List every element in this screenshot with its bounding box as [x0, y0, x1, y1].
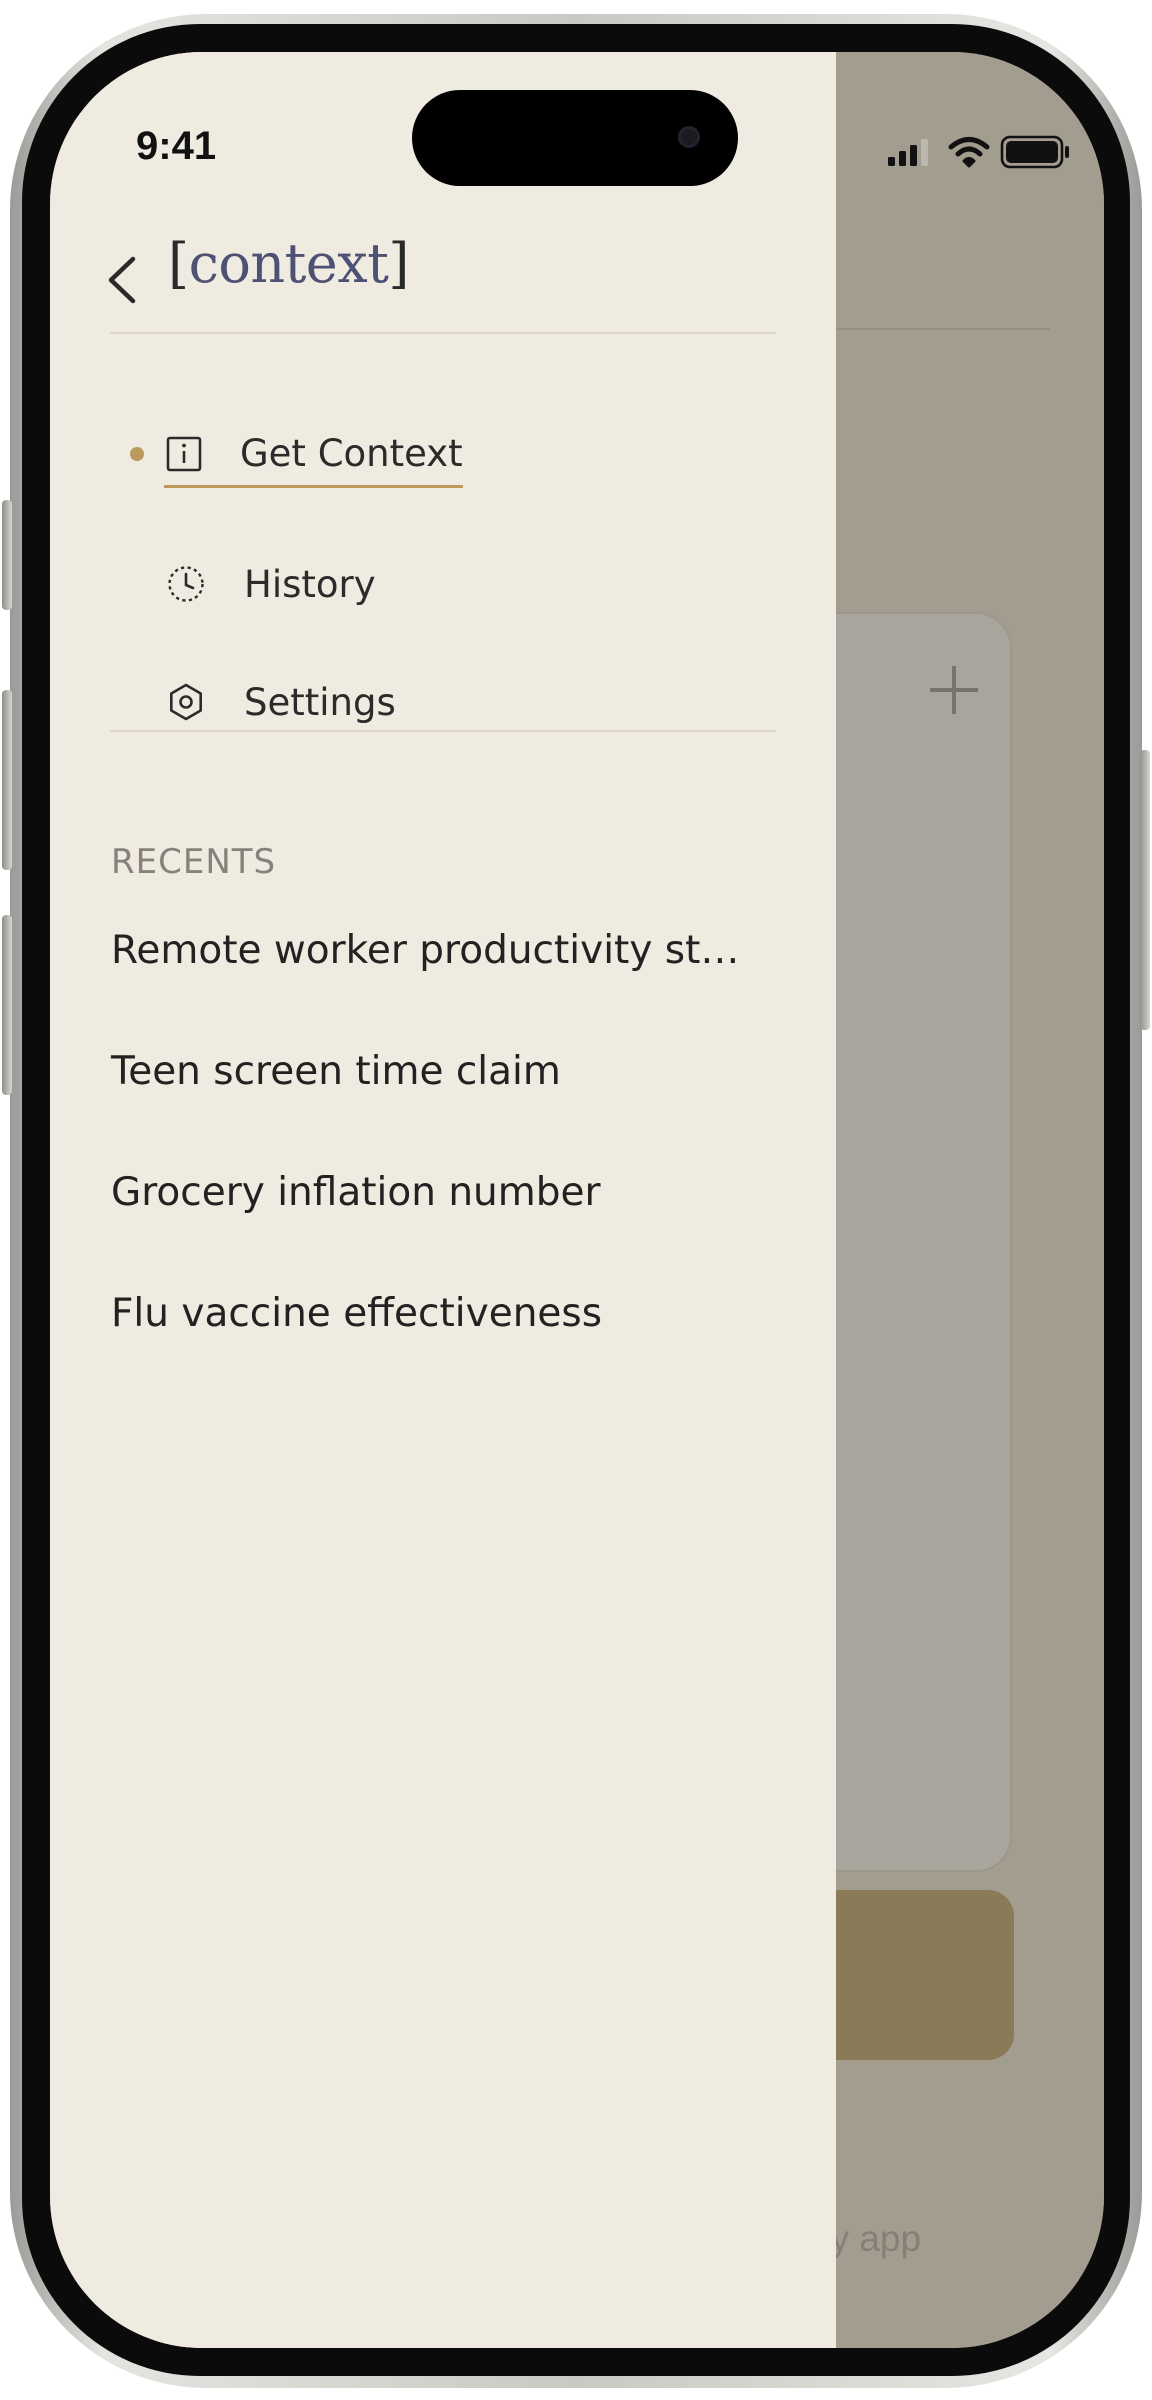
- info-icon: [164, 434, 204, 474]
- camera-icon: [678, 126, 700, 148]
- active-indicator-dot: [130, 447, 144, 461]
- plus-icon: [926, 662, 982, 718]
- nav-label-settings: Settings: [244, 680, 396, 724]
- logo-close-bracket: ]: [388, 232, 409, 295]
- volume-down-button: [2, 915, 12, 1095]
- screen: ny app [context] Get Context History Set…: [50, 52, 1104, 2348]
- dynamic-island: [412, 90, 738, 186]
- recent-item[interactable]: Teen screen time claim: [111, 1049, 771, 1094]
- recent-item[interactable]: Flu vaccine effectiveness: [111, 1291, 771, 1336]
- recent-item[interactable]: Remote worker productivity st…: [111, 928, 771, 973]
- back-button[interactable]: [100, 248, 144, 312]
- wifi-icon: [948, 137, 990, 168]
- recent-item[interactable]: Grocery inflation number: [111, 1170, 771, 1215]
- status-time: 9:41: [136, 124, 217, 168]
- nav-item-get-context[interactable]: Get Context: [110, 414, 463, 494]
- header-divider: [110, 332, 776, 334]
- app-logo: [context]: [168, 232, 409, 295]
- cellular-signal-icon: [888, 139, 928, 166]
- nav-item-history[interactable]: History: [110, 544, 376, 624]
- gear-icon: [166, 682, 206, 722]
- chevron-left-icon: [108, 256, 136, 304]
- active-underline: Get Context: [164, 432, 463, 488]
- status-icons: [888, 132, 1078, 172]
- action-button: [2, 500, 12, 610]
- navigation-drawer: [context] Get Context History Settings R…: [50, 52, 836, 2348]
- nav-divider: [110, 730, 776, 732]
- recents-header: RECENTS: [111, 842, 277, 882]
- power-button: [1140, 750, 1150, 1030]
- nav-label-history: History: [244, 562, 376, 606]
- logo-word: context: [188, 232, 389, 295]
- nav-label-get-context: Get Context: [240, 432, 463, 475]
- background-divider: [810, 328, 1050, 330]
- volume-up-button: [2, 690, 12, 870]
- battery-icon: [1000, 135, 1069, 169]
- logo-open-bracket: [: [168, 232, 189, 295]
- clock-history-icon: [166, 564, 206, 604]
